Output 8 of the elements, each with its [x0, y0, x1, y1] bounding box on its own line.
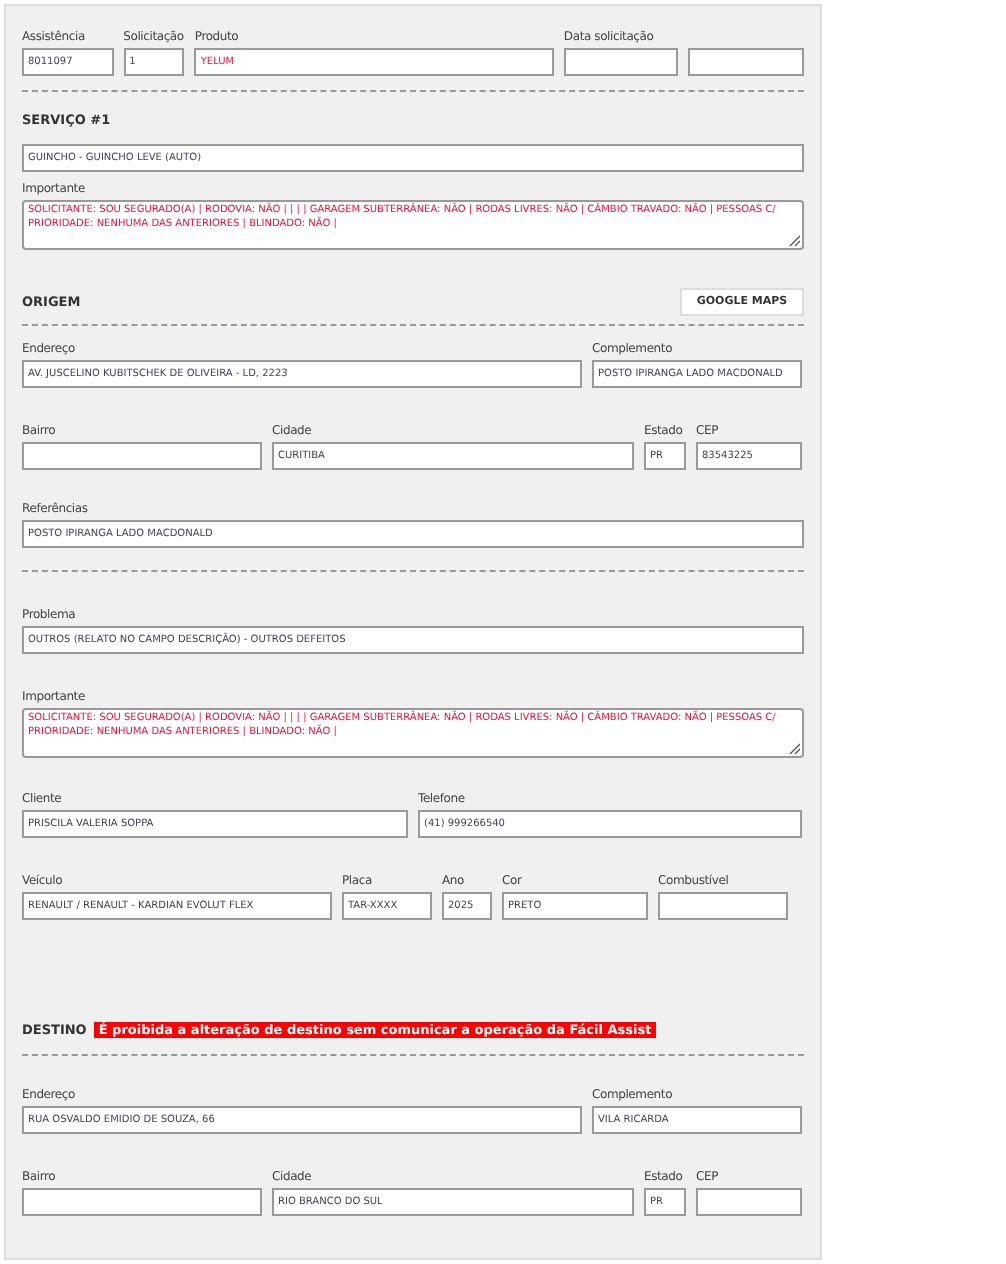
- resize-grip-icon[interactable]: [788, 234, 800, 246]
- input-field[interactable]: [563, 48, 679, 76]
- resize-grip-icon[interactable]: [788, 742, 800, 754]
- input-field[interactable]: [688, 48, 804, 76]
- input-field[interactable]: [22, 442, 262, 470]
- input-field[interactable]: [696, 1188, 802, 1216]
- input-field[interactable]: [658, 892, 788, 920]
- input-field[interactable]: [22, 1188, 262, 1216]
